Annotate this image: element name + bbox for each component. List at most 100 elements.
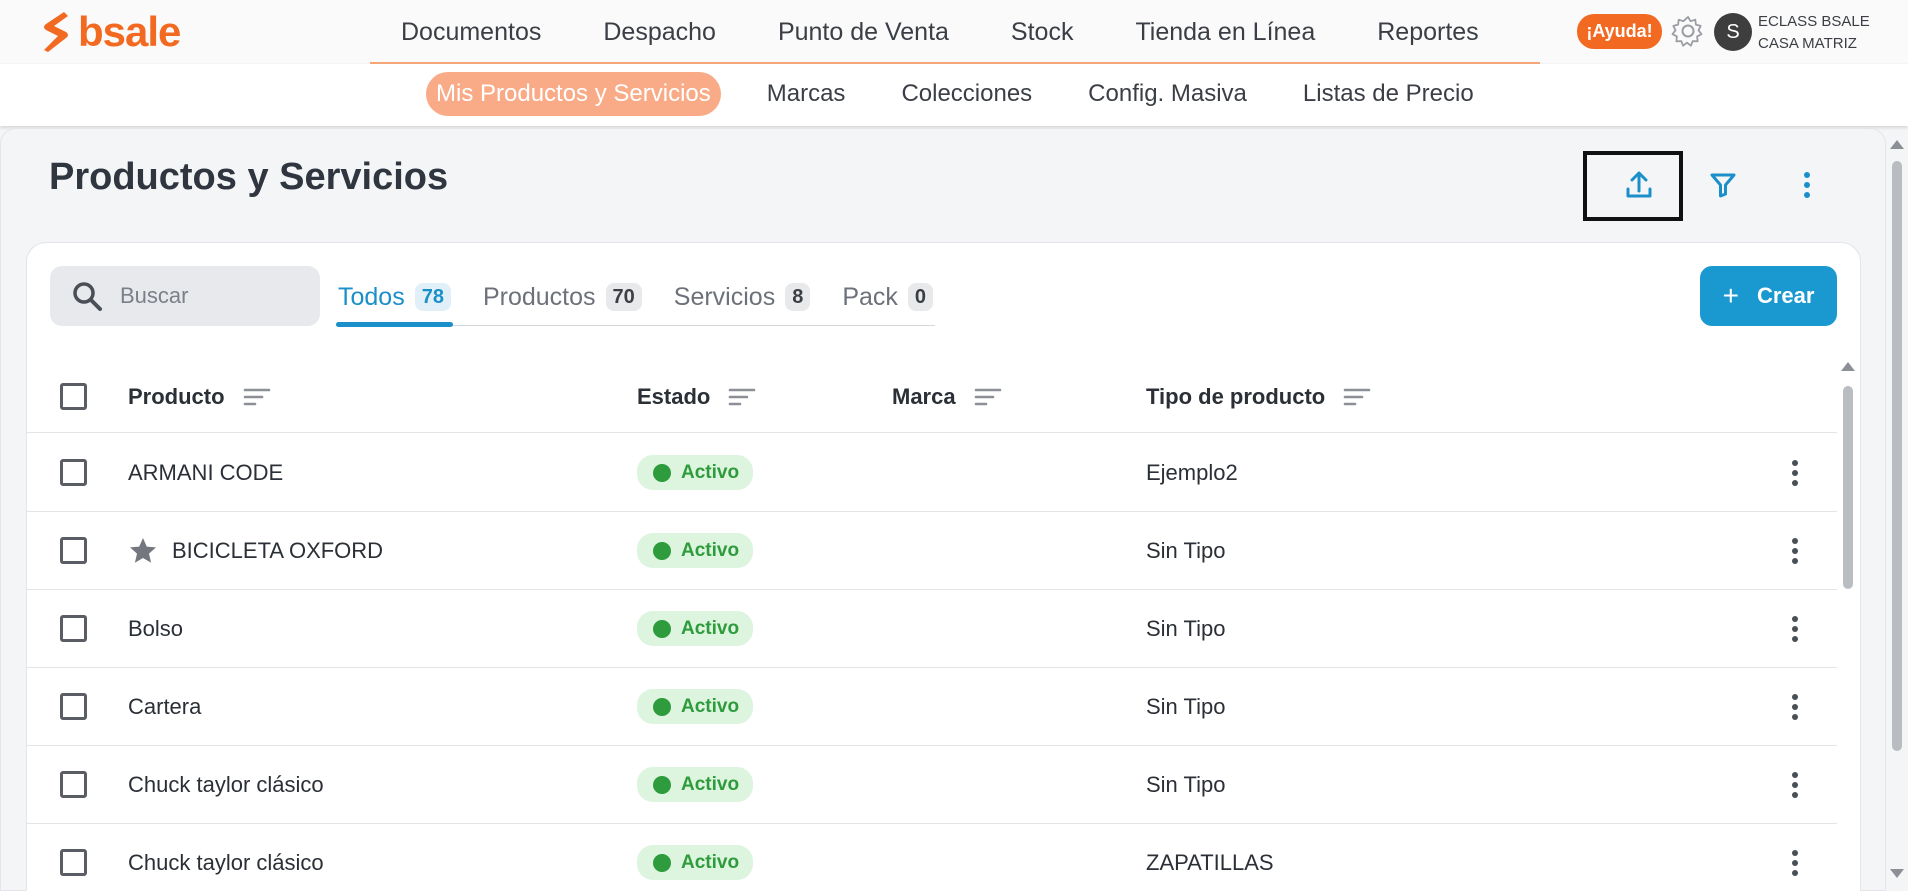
table-row[interactable]: Cartera Activo Sin Tipo	[27, 668, 1837, 746]
search-input[interactable]	[120, 283, 300, 309]
status-label: Activo	[681, 695, 740, 717]
row-checkbox[interactable]	[60, 459, 87, 486]
status-badge: Activo	[637, 767, 754, 802]
status-badge: Activo	[637, 533, 754, 568]
column-estado[interactable]: Estado	[637, 360, 756, 433]
tab-productos[interactable]: Productos 70	[481, 270, 644, 324]
gear-icon[interactable]	[1671, 14, 1705, 48]
status-cell: Activo	[637, 512, 754, 589]
row-more-icon[interactable]	[1783, 531, 1807, 571]
status-cell: Activo	[637, 434, 754, 511]
row-more-icon[interactable]	[1783, 765, 1807, 805]
search-box[interactable]	[50, 266, 320, 326]
product-name[interactable]: Bolso	[128, 590, 183, 667]
row-checkbox[interactable]	[60, 537, 87, 564]
create-button-label: Crear	[1756, 283, 1815, 308]
row-more-icon[interactable]	[1783, 453, 1807, 493]
main-nav-stock[interactable]: Stock	[980, 0, 1105, 62]
type-cell: Sin Tipo	[1146, 615, 1226, 641]
product-name[interactable]: Cartera	[128, 668, 201, 745]
status-badge: Activo	[637, 689, 754, 724]
tab-label: Servicios	[673, 282, 776, 311]
create-button[interactable]: + Crear	[1700, 266, 1837, 326]
table-row[interactable]: Chuck taylor clásico Activo ZAPATILLAS	[27, 824, 1837, 891]
status-dot-icon	[653, 463, 671, 482]
status-cell: Activo	[637, 746, 754, 823]
table-row[interactable]: Chuck taylor clásico Activo Sin Tipo	[27, 746, 1837, 824]
main-nav-despacho[interactable]: Despacho	[572, 0, 747, 62]
page-scrollbar[interactable]	[1890, 136, 1904, 891]
filter-button[interactable]	[1693, 155, 1753, 215]
row-checkbox[interactable]	[60, 771, 87, 798]
sub-nav-colecciones[interactable]: Colecciones	[873, 72, 1060, 116]
column-marca[interactable]: Marca	[892, 360, 1002, 433]
type-cell: ZAPATILLAS	[1146, 849, 1274, 875]
page-scroll-down-arrow-icon[interactable]	[1890, 869, 1904, 878]
row-checkbox[interactable]	[60, 615, 87, 642]
bsale-logo-icon	[44, 12, 68, 52]
column-producto[interactable]: Producto	[128, 360, 271, 433]
status-label: Activo	[681, 539, 740, 561]
brand-name: bsale	[78, 8, 181, 55]
product-name[interactable]: Chuck taylor clásico	[128, 824, 324, 891]
product-name: BICICLETA OXFORD	[172, 537, 384, 563]
type-cell: Sin Tipo	[1146, 771, 1226, 797]
scroll-up-arrow-icon[interactable]	[1841, 362, 1855, 371]
row-checkbox[interactable]	[60, 693, 87, 720]
help-button[interactable]: ¡Ayuda!	[1577, 14, 1662, 49]
row-more-icon[interactable]	[1783, 609, 1807, 649]
table-row[interactable]: Bolso Activo Sin Tipo	[27, 590, 1837, 668]
account-info[interactable]: ECLASS BSALE CASA MATRIZ	[1758, 11, 1870, 55]
sub-nav-marcas[interactable]: Marcas	[739, 72, 874, 116]
product-cell[interactable]: BICICLETA OXFORD	[128, 512, 383, 589]
tab-label: Pack	[842, 282, 898, 311]
sub-nav-mis-productos[interactable]: Mis Productos y Servicios	[426, 72, 721, 116]
main-nav-tienda-en-linea[interactable]: Tienda en Línea	[1104, 0, 1346, 62]
product-name[interactable]: Chuck taylor clásico	[128, 746, 324, 823]
table-row[interactable]: ARMANI CODE Activo Ejemplo2	[27, 434, 1837, 512]
table-scrollbar-thumb[interactable]	[1843, 386, 1853, 589]
status-badge: Activo	[637, 455, 754, 490]
more-options-button[interactable]	[1777, 155, 1837, 215]
sub-nav-config-masiva[interactable]: Config. Masiva	[1060, 72, 1275, 116]
tab-pack[interactable]: Pack 0	[840, 270, 935, 324]
table-row[interactable]: BICICLETA OXFORD Activo Sin Tipo	[27, 512, 1837, 590]
row-checkbox[interactable]	[60, 849, 87, 876]
tab-todos[interactable]: Todos 78	[336, 270, 453, 327]
filter-icon	[1710, 173, 1736, 198]
sort-icon[interactable]	[974, 387, 1002, 407]
status-dot-icon	[653, 697, 671, 716]
row-more-icon[interactable]	[1783, 843, 1807, 883]
sort-icon[interactable]	[728, 387, 756, 407]
select-all-checkbox[interactable]	[60, 383, 87, 410]
column-label: Tipo de producto	[1146, 383, 1326, 409]
tab-count: 8	[785, 283, 811, 311]
tab-servicios[interactable]: Servicios 8	[672, 270, 813, 324]
page-scroll-up-arrow-icon[interactable]	[1890, 140, 1904, 149]
more-vertical-icon	[1804, 172, 1810, 198]
sub-nav: Mis Productos y Servicios Marcas Colecci…	[426, 72, 1502, 116]
main-nav-reportes[interactable]: Reportes	[1346, 0, 1509, 62]
main-nav-documentos[interactable]: Documentos	[370, 0, 572, 62]
status-dot-icon	[653, 775, 671, 794]
tab-count: 70	[605, 283, 642, 311]
status-cell: Activo	[637, 824, 754, 891]
column-tipo-de-producto[interactable]: Tipo de producto	[1146, 360, 1371, 433]
sort-icon[interactable]	[243, 387, 271, 407]
row-more-icon[interactable]	[1783, 687, 1807, 727]
main-nav-punto-de-venta[interactable]: Punto de Venta	[747, 0, 980, 62]
tab-count: 0	[907, 283, 934, 311]
top-bar: bsale Documentos Despacho Punto de Venta…	[0, 0, 1908, 64]
product-name[interactable]: ARMANI CODE	[128, 434, 283, 511]
upload-focus-outline	[1583, 151, 1683, 221]
page-scrollbar-thumb[interactable]	[1892, 161, 1902, 751]
avatar[interactable]: S	[1714, 13, 1752, 51]
column-label: Estado	[637, 383, 711, 409]
type-cell: Sin Tipo	[1146, 693, 1226, 719]
sort-icon[interactable]	[1343, 387, 1371, 407]
tab-label: Productos	[482, 282, 596, 311]
search-icon	[73, 282, 102, 311]
sub-nav-listas-de-precio[interactable]: Listas de Precio	[1275, 72, 1502, 116]
table-scrollbar[interactable]	[1841, 360, 1855, 891]
brand-logo[interactable]: bsale	[38, 8, 181, 55]
